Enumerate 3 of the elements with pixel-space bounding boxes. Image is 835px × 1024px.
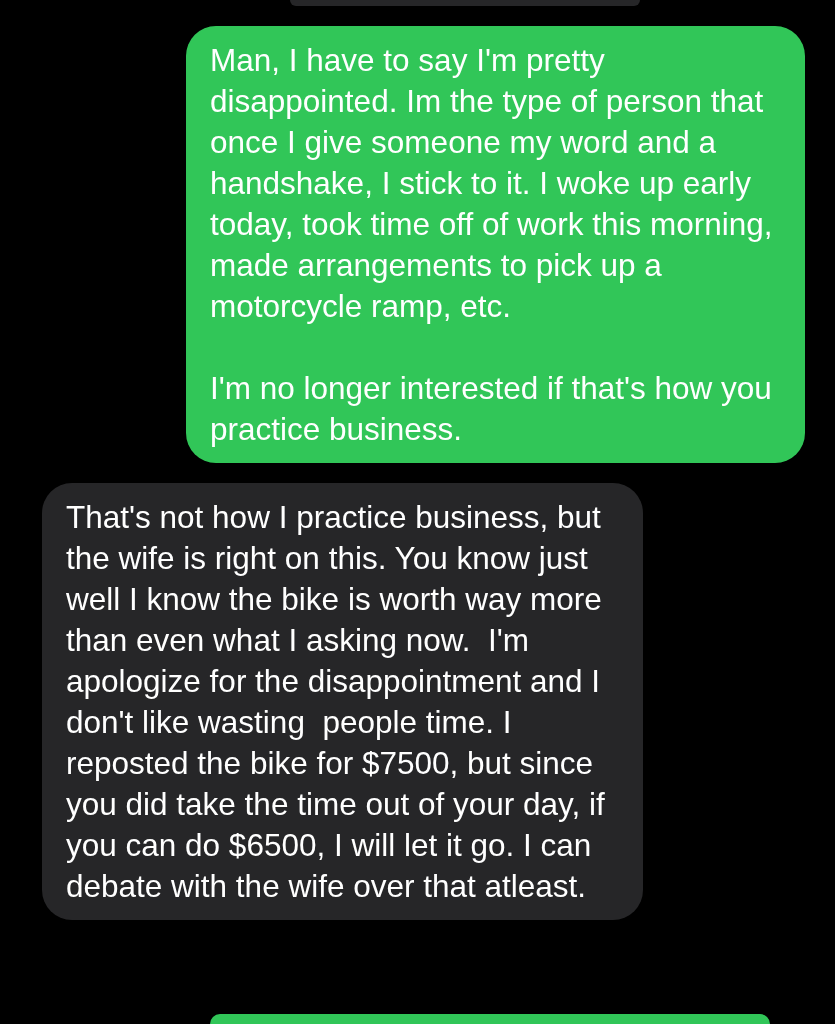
message-text: I'm no longer interested if that's how you practice business. <box>210 369 773 449</box>
message-text: Man, I have to say I'm pretty disappointed. Im the type of person that once I give someone my word and a handshake, I stick to it. I woke up early today, took time off of work this morning, made arrangements to pick up a motorcycle ramp, etc. <box>210 41 774 326</box>
message-text: That's not how I practice business, but the wife is right on this. You know just well I know the bike is worth way more than even what I asking now. I'm apologize for the disappointment and I don't like wasting people time. I reposted the bike for $7500, but since you did take the time out of your day, if you can do $6500, I will let it go. I can debate with the wife over that atleast. <box>66 498 606 906</box>
